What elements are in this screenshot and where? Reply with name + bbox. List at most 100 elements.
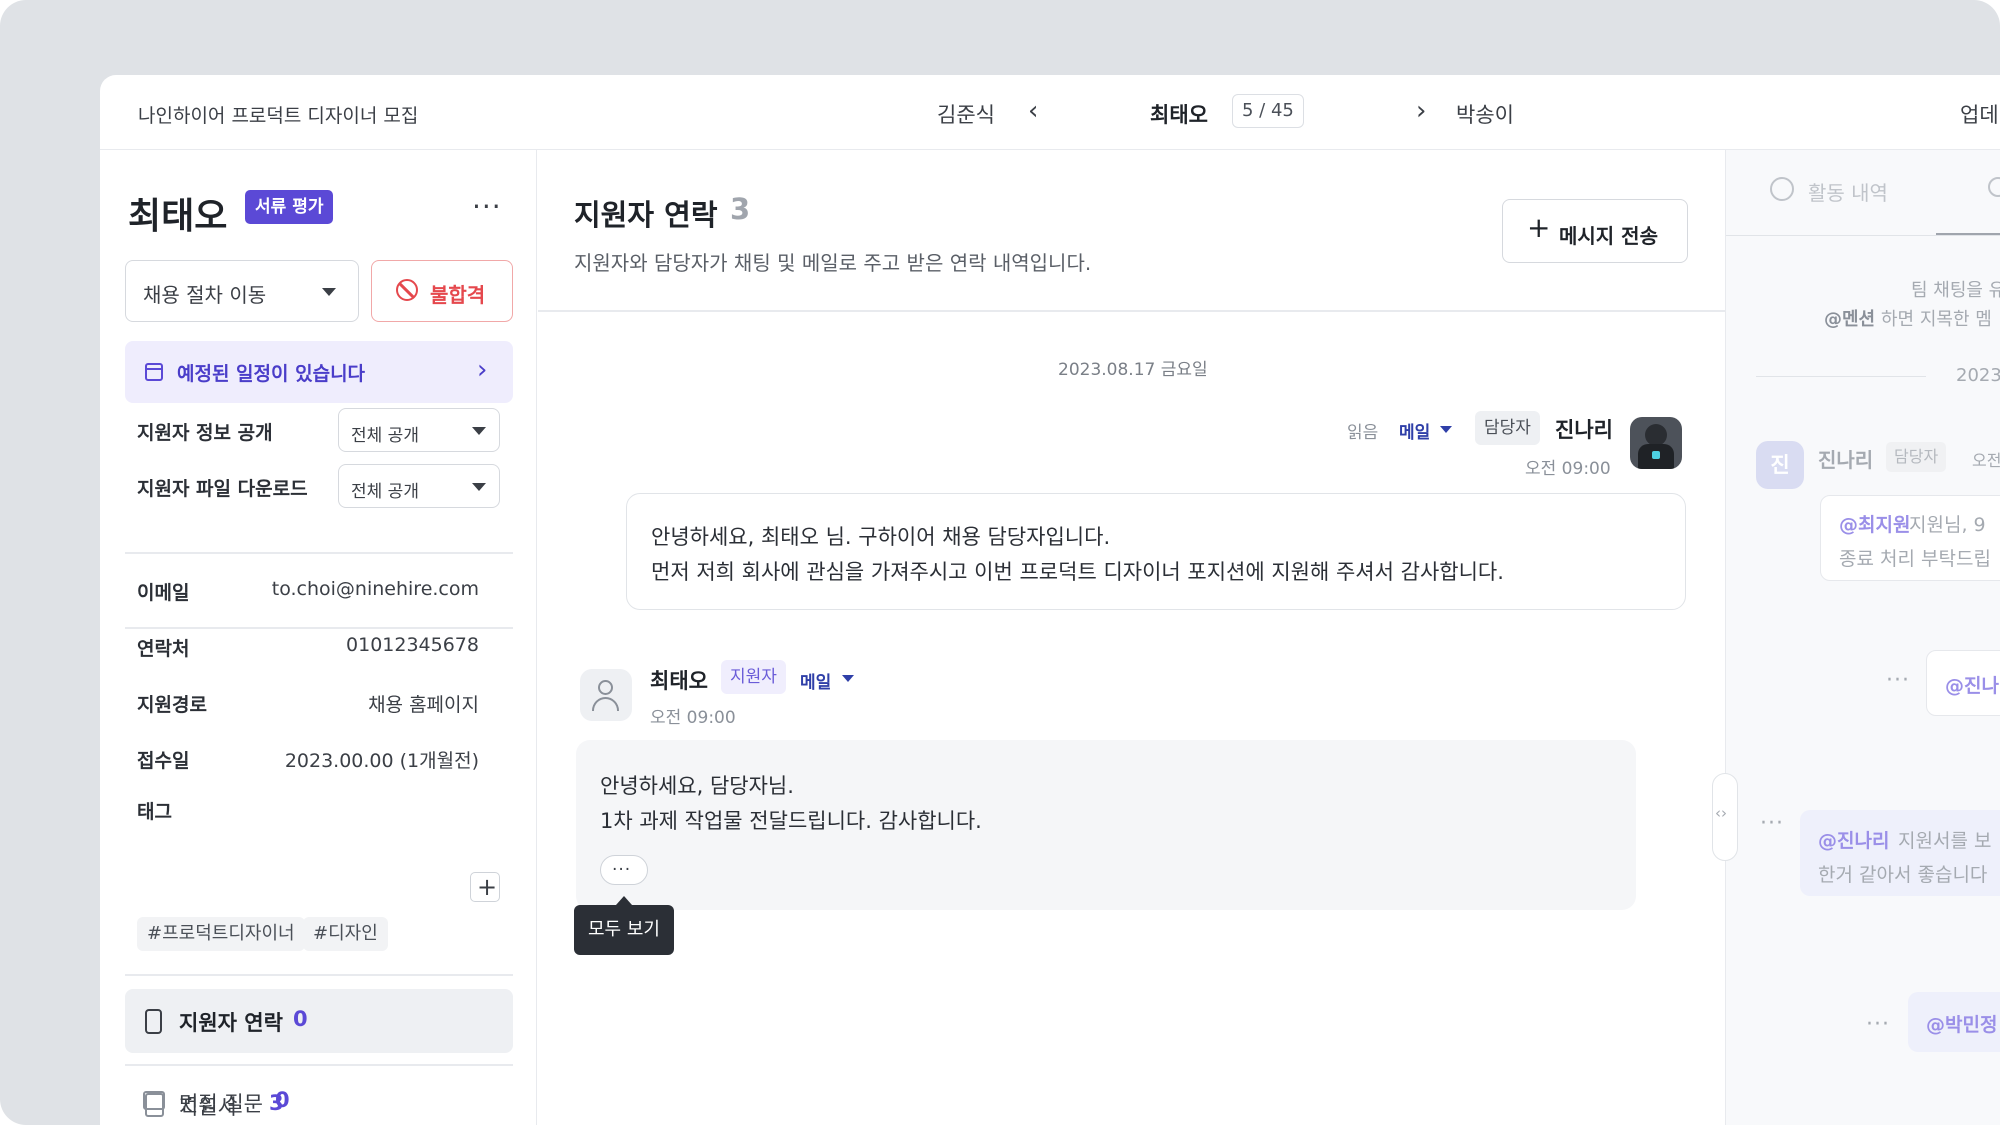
tag[interactable]: #프로덕트디자이너: [137, 917, 305, 951]
avatar: 진: [1756, 441, 1804, 489]
source-value: 채용 홈페이지: [368, 694, 479, 716]
phone-icon: [145, 1009, 162, 1034]
sender-name: 진나리: [1555, 418, 1613, 442]
message-time: 오전 09:00: [1525, 459, 1611, 479]
contact-panel: 지원자 연락 3 지원자와 담당자가 채팅 및 메일로 주고 받은 연락 내역입…: [538, 150, 1470, 1125]
applicant-counter: 5 / 45: [1232, 94, 1304, 128]
tab-activity[interactable]: 활동 내역: [1808, 177, 1888, 206]
mention[interactable]: @진나리: [1818, 826, 1889, 853]
move-stage-label: 채용 절차 이동: [143, 283, 267, 307]
contact-count-page: 3: [730, 192, 751, 226]
more-icon[interactable]: ···: [1760, 811, 1784, 836]
source-label: 지원경로: [137, 694, 207, 716]
email-value: to.choi@ninehire.com: [271, 578, 479, 600]
contact-title-page: 지원자 연락: [574, 198, 718, 232]
history-icon: [1770, 177, 1794, 201]
reject-label: 불합격: [430, 283, 486, 307]
comment-author: 진나리: [1818, 448, 1874, 472]
channel-mail-link[interactable]: 메일: [1399, 418, 1430, 443]
message-line: 안녕하세요, 담당자님.: [600, 774, 794, 798]
activity-date: 2023: [1956, 365, 2000, 386]
file-download-label: 지원자 파일 다운로드: [137, 478, 308, 500]
mention[interactable]: @박민정: [1926, 1010, 1997, 1037]
applied-date-label: 접수일: [137, 750, 190, 772]
phone-label: 연락처: [137, 638, 190, 660]
info-visibility-select[interactable]: 전체 공개: [338, 408, 500, 452]
comment-bubble: @진나리 지원서를 보 한거 같아서 좋습니다: [1800, 810, 2000, 896]
more-icon[interactable]: ···: [1866, 1012, 1890, 1037]
tooltip-arrow: [616, 896, 632, 905]
message-bubble-incoming: 안녕하세요, 담당자님. 1차 과제 작업물 전달드립니다. 감사합니다.: [576, 740, 1636, 910]
tag[interactable]: #디자인: [303, 917, 388, 951]
schedule-banner[interactable]: 예정된 일정이 있습니다 ›: [125, 341, 513, 403]
comment-bubble: @박민정: [1908, 992, 2000, 1052]
avatar: [1630, 417, 1682, 469]
comment-bubble: @진나: [1926, 650, 2000, 716]
divider: [538, 310, 1725, 312]
divider: [125, 1064, 513, 1066]
update-button[interactable]: 업데: [1960, 99, 1999, 129]
next-applicant-link[interactable]: 박송이: [1456, 99, 1514, 129]
caret-down-icon: [472, 483, 486, 491]
collapse-icon: ‹›: [1715, 804, 1727, 822]
caret-down-icon: [472, 427, 486, 435]
panel-collapse-handle[interactable]: ‹›: [1712, 773, 1738, 861]
chevron-right-icon[interactable]: ›: [1416, 98, 1426, 124]
nav-item-label: 지원자 연락: [179, 1011, 283, 1035]
more-icon[interactable]: ···: [1886, 668, 1910, 693]
reject-button[interactable]: 불합격: [371, 260, 513, 322]
expand-button[interactable]: ···: [600, 855, 648, 885]
read-status: 읽음: [1347, 423, 1379, 443]
message-line: 1차 과제 작업물 전달드립니다. 감사합니다.: [600, 809, 982, 833]
contact-subtitle-page: 지원자와 담당자가 채팅 및 메일로 주고 받은 연락 내역입니다.: [574, 251, 1092, 275]
move-stage-select[interactable]: 채용 절차 이동: [125, 260, 359, 322]
channel-mail-link[interactable]: 메일: [800, 668, 831, 693]
hint-text: 하면 지목한 멤: [1881, 309, 1992, 330]
calendar-icon: [145, 363, 163, 381]
divider: [1756, 376, 1926, 377]
comment-text: 종료 처리 부탁드립: [1839, 548, 1991, 570]
avatar: [580, 669, 632, 721]
tooltip: 모두 보기: [574, 905, 674, 955]
more-options-icon[interactable]: ···: [472, 190, 502, 223]
activity-panel: 활동 내역 팀 채팅을 유 @멘션 하면 지목한 멤 2023 진 진나리 담당…: [1725, 150, 2000, 1125]
send-message-button[interactable]: + 메시지 전송: [1502, 199, 1688, 263]
nav-item-contact[interactable]: 지원자 연락 0: [125, 989, 513, 1053]
divider: [125, 627, 513, 629]
message-line: 안녕하세요, 최태오 님. 구하이어 채용 담당자입니다.: [651, 525, 1111, 549]
date-divider: 2023.08.17 금요일: [1058, 360, 1208, 380]
tags-label: 태그: [137, 801, 172, 823]
role-badge: 담당자: [1886, 442, 1947, 472]
message-bubble-outgoing: 안녕하세요, 최태오 님. 구하이어 채용 담당자입니다. 먼저 저희 회사에 …: [626, 493, 1686, 610]
divider: [125, 552, 513, 554]
chevron-left-icon[interactable]: ‹: [1028, 98, 1038, 124]
message-time: 오전 09:00: [650, 708, 736, 728]
role-badge: 담당자: [1475, 411, 1540, 445]
file-download-select[interactable]: 전체 공개: [338, 464, 500, 508]
folder-icon: [143, 1091, 165, 1110]
role-badge: 지원자: [721, 660, 786, 694]
comment-text: 지원서를 보: [1898, 830, 1992, 852]
nav-item-count: 0: [275, 1088, 290, 1112]
info-visibility-value: 전체 공개: [351, 426, 419, 446]
more-icon: ···: [612, 860, 632, 880]
mention[interactable]: @최지원: [1839, 510, 1910, 537]
phone-value: 01012345678: [346, 634, 479, 656]
schedule-label: 예정된 일정이 있습니다: [177, 363, 366, 385]
chat-icon[interactable]: [1988, 177, 2000, 197]
add-tag-button[interactable]: +: [470, 872, 500, 902]
prev-applicant-link[interactable]: 김준식: [937, 99, 995, 129]
comment-text: 지원님, 9: [1909, 514, 1986, 536]
divider: [125, 974, 513, 976]
plus-icon: +: [477, 873, 498, 901]
nav-item-interview[interactable]: 면접 질문 0: [125, 1079, 513, 1125]
mention[interactable]: @진나: [1945, 671, 1999, 698]
ban-icon: [396, 279, 418, 301]
comment-time: 오전: [1972, 451, 2000, 470]
plus-icon: +: [1527, 211, 1551, 244]
comment-bubble: @최지원 지원님, 9 종료 처리 부탁드립: [1820, 495, 2000, 581]
caret-down-icon: [322, 288, 336, 296]
user-icon: [598, 680, 613, 695]
divider: [1726, 235, 2000, 236]
applied-date-value: 2023.00.00 (1개월전): [284, 750, 479, 772]
